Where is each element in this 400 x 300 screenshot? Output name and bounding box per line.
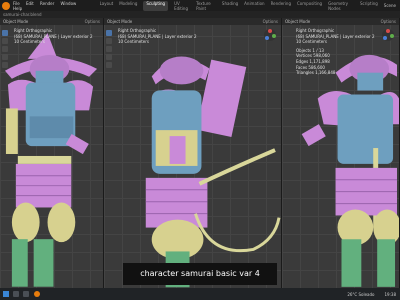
samurai-side-model bbox=[145, 56, 281, 288]
search-icon[interactable] bbox=[13, 290, 19, 297]
menu-render[interactable]: Render bbox=[40, 1, 54, 6]
move-tool-icon[interactable] bbox=[2, 46, 8, 52]
weather-widget[interactable]: 26°C Soleado bbox=[347, 292, 374, 297]
tool-shelf bbox=[2, 30, 9, 70]
navigation-gizmo-icon[interactable] bbox=[381, 28, 395, 42]
tab-geometry-nodes[interactable]: Geometry Nodes bbox=[328, 1, 354, 11]
file-explorer-icon[interactable] bbox=[23, 290, 30, 297]
menu-edit[interactable]: Edit bbox=[26, 1, 34, 6]
blender-logo-icon[interactable] bbox=[2, 1, 10, 10]
tab-sculpting[interactable]: Sculpting bbox=[143, 0, 169, 11]
viewport-front-info-overlay: Right Orthographic (68) SAMURAI_PLANE | … bbox=[14, 28, 93, 45]
workspace-tabs: Layout Modeling Sculpting UV Editing Tex… bbox=[100, 0, 384, 11]
tab-uv-editing[interactable]: UV Editing bbox=[174, 1, 190, 11]
tool-shelf bbox=[106, 30, 113, 70]
video-caption: character samurai basic var 4 bbox=[123, 263, 277, 285]
menu-help[interactable]: Help bbox=[13, 6, 22, 11]
cursor-tool-icon[interactable] bbox=[106, 38, 112, 44]
menu-file[interactable]: File bbox=[13, 1, 20, 6]
main-menu: File Edit Render Window Help bbox=[13, 1, 92, 11]
file-title: samurai-char.blend bbox=[0, 11, 400, 18]
tab-rendering[interactable]: Rendering bbox=[271, 1, 291, 11]
viewport-side[interactable]: Object Mode Options Right Orthographic (… bbox=[104, 18, 282, 288]
scene-selector[interactable]: Scene bbox=[384, 3, 396, 8]
tab-modeling[interactable]: Modeling bbox=[119, 1, 137, 11]
samurai-front-model bbox=[4, 33, 98, 287]
grid-scale: 10 Centimeters bbox=[14, 39, 45, 45]
tab-animation[interactable]: Animation bbox=[244, 1, 264, 11]
windows-start-icon[interactable] bbox=[3, 291, 9, 297]
select-tool-icon[interactable] bbox=[106, 30, 112, 36]
top-menu-bar: File Edit Render Window Help Layout Mode… bbox=[0, 0, 400, 11]
blender-app-icon[interactable] bbox=[33, 290, 40, 297]
viewport-front[interactable]: Object Mode Options bbox=[0, 18, 104, 288]
navigation-gizmo-icon[interactable] bbox=[263, 28, 277, 42]
windows-taskbar: 26°C Soleado 19:38 bbox=[0, 288, 400, 300]
viewport-back[interactable]: Object Mode Options Right Orthographic (… bbox=[282, 18, 400, 288]
taskbar-apps bbox=[13, 290, 43, 298]
menu-window[interactable]: Window bbox=[61, 1, 77, 6]
samurai-back-model bbox=[301, 54, 399, 287]
tab-texture-paint[interactable]: Texture Paint bbox=[196, 1, 216, 11]
tab-compositing[interactable]: Compositing bbox=[297, 1, 322, 11]
rotate-tool-icon[interactable] bbox=[106, 54, 112, 60]
tab-layout[interactable]: Layout bbox=[100, 1, 114, 11]
system-clock[interactable]: 19:38 bbox=[384, 292, 396, 297]
rotate-tool-icon[interactable] bbox=[2, 54, 8, 60]
tab-shading[interactable]: Shading bbox=[222, 1, 238, 11]
scale-tool-icon[interactable] bbox=[2, 62, 8, 68]
select-tool-icon[interactable] bbox=[2, 30, 8, 36]
tab-scripting[interactable]: Scripting bbox=[360, 1, 378, 11]
scale-tool-icon[interactable] bbox=[106, 62, 112, 68]
move-tool-icon[interactable] bbox=[106, 46, 112, 52]
cursor-tool-icon[interactable] bbox=[2, 38, 8, 44]
